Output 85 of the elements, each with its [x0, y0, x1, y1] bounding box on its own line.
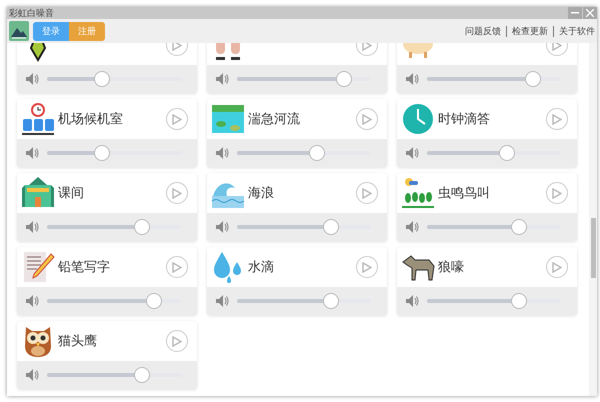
slider-thumb[interactable] [511, 293, 528, 309]
play-icon [172, 262, 182, 272]
sound-name: 水滴 [248, 259, 275, 276]
speaker-icon [405, 72, 419, 86]
sound-name: 时钟滴答 [438, 111, 491, 128]
river-icon [211, 102, 245, 136]
play-button[interactable] [546, 108, 568, 130]
play-button[interactable] [166, 108, 188, 130]
speaker-icon [215, 294, 229, 308]
volume-slider[interactable] [427, 71, 561, 87]
volume-slider[interactable] [47, 71, 181, 87]
trees-icon [401, 176, 435, 210]
close-button[interactable] [583, 7, 597, 19]
slider-thumb[interactable] [336, 71, 352, 87]
play-icon [362, 262, 372, 272]
slider-thumb[interactable] [322, 219, 339, 235]
volume-slider[interactable] [47, 145, 181, 161]
sound-name: 铅笔写字 [58, 259, 111, 276]
sound-name: 湍急河流 [248, 111, 301, 128]
slider-thumb[interactable] [94, 71, 110, 87]
scrollbar[interactable] [589, 43, 597, 396]
play-icon [172, 188, 182, 198]
mountain-logo-icon [9, 21, 29, 41]
window-title: 彩虹白噪音 [9, 8, 54, 20]
play-button[interactable] [166, 330, 188, 352]
slider-thumb[interactable] [322, 293, 339, 309]
play-icon [362, 114, 372, 124]
minimize-button[interactable] [568, 7, 582, 19]
volume-slider[interactable] [47, 219, 181, 235]
volume-slider[interactable] [427, 145, 561, 161]
minimize-icon [571, 12, 579, 14]
speaker-icon [25, 220, 39, 234]
toolbar-link[interactable]: 检查更新 [512, 24, 548, 38]
volume-slider[interactable] [237, 293, 371, 309]
volume-slider[interactable] [427, 219, 561, 235]
volume-slider[interactable] [237, 219, 371, 235]
play-button[interactable] [356, 108, 378, 130]
volume-slider[interactable] [427, 293, 561, 309]
play-icon [552, 114, 562, 124]
slider-thumb[interactable] [511, 219, 528, 235]
speaker-icon [405, 220, 419, 234]
slider-thumb[interactable] [524, 71, 541, 87]
close-icon [586, 9, 594, 17]
sound-name: 狼嚎 [438, 259, 465, 276]
play-icon [362, 188, 372, 198]
play-icon [552, 262, 562, 272]
slider-thumb[interactable] [146, 293, 162, 309]
play-button[interactable] [356, 182, 378, 204]
play-button[interactable] [546, 182, 568, 204]
speaker-icon [215, 146, 229, 160]
play-button[interactable] [166, 182, 188, 204]
slider-thumb[interactable] [499, 145, 516, 161]
play-button[interactable] [166, 256, 188, 278]
slider-thumb[interactable] [134, 367, 150, 383]
sound-name: 海浪 [248, 185, 275, 202]
play-button[interactable] [546, 256, 568, 278]
play-icon [552, 188, 562, 198]
speaker-icon [215, 72, 229, 86]
toolbar-link[interactable]: 问题反馈 [465, 24, 501, 38]
volume-slider[interactable] [47, 367, 181, 383]
speaker-icon [25, 146, 39, 160]
volume-slider[interactable] [237, 71, 371, 87]
speaker-icon [25, 72, 39, 86]
pencil-paper-icon [21, 250, 55, 284]
school-icon [21, 176, 55, 210]
toolbar-link[interactable]: 关于软件 [559, 24, 595, 38]
speaker-icon [25, 368, 39, 382]
speaker-icon [405, 146, 419, 160]
play-icon [172, 114, 182, 124]
sound-name: 猫头鹰 [58, 333, 98, 350]
sound-name: 课间 [58, 185, 85, 202]
sound-name: 机场候机室 [58, 111, 124, 128]
volume-slider[interactable] [237, 145, 371, 161]
slider-thumb[interactable] [94, 145, 110, 161]
airport-seats-icon [21, 102, 55, 136]
slider-thumb[interactable] [134, 219, 150, 235]
play-button[interactable] [356, 256, 378, 278]
speaker-icon [215, 220, 229, 234]
play-icon [172, 336, 182, 346]
sound-name: 虫鸣鸟叫 [438, 185, 491, 202]
clock-icon [401, 102, 435, 136]
speaker-icon [25, 294, 39, 308]
speaker-icon [405, 294, 419, 308]
volume-slider[interactable] [47, 293, 181, 309]
slider-thumb[interactable] [309, 145, 326, 161]
